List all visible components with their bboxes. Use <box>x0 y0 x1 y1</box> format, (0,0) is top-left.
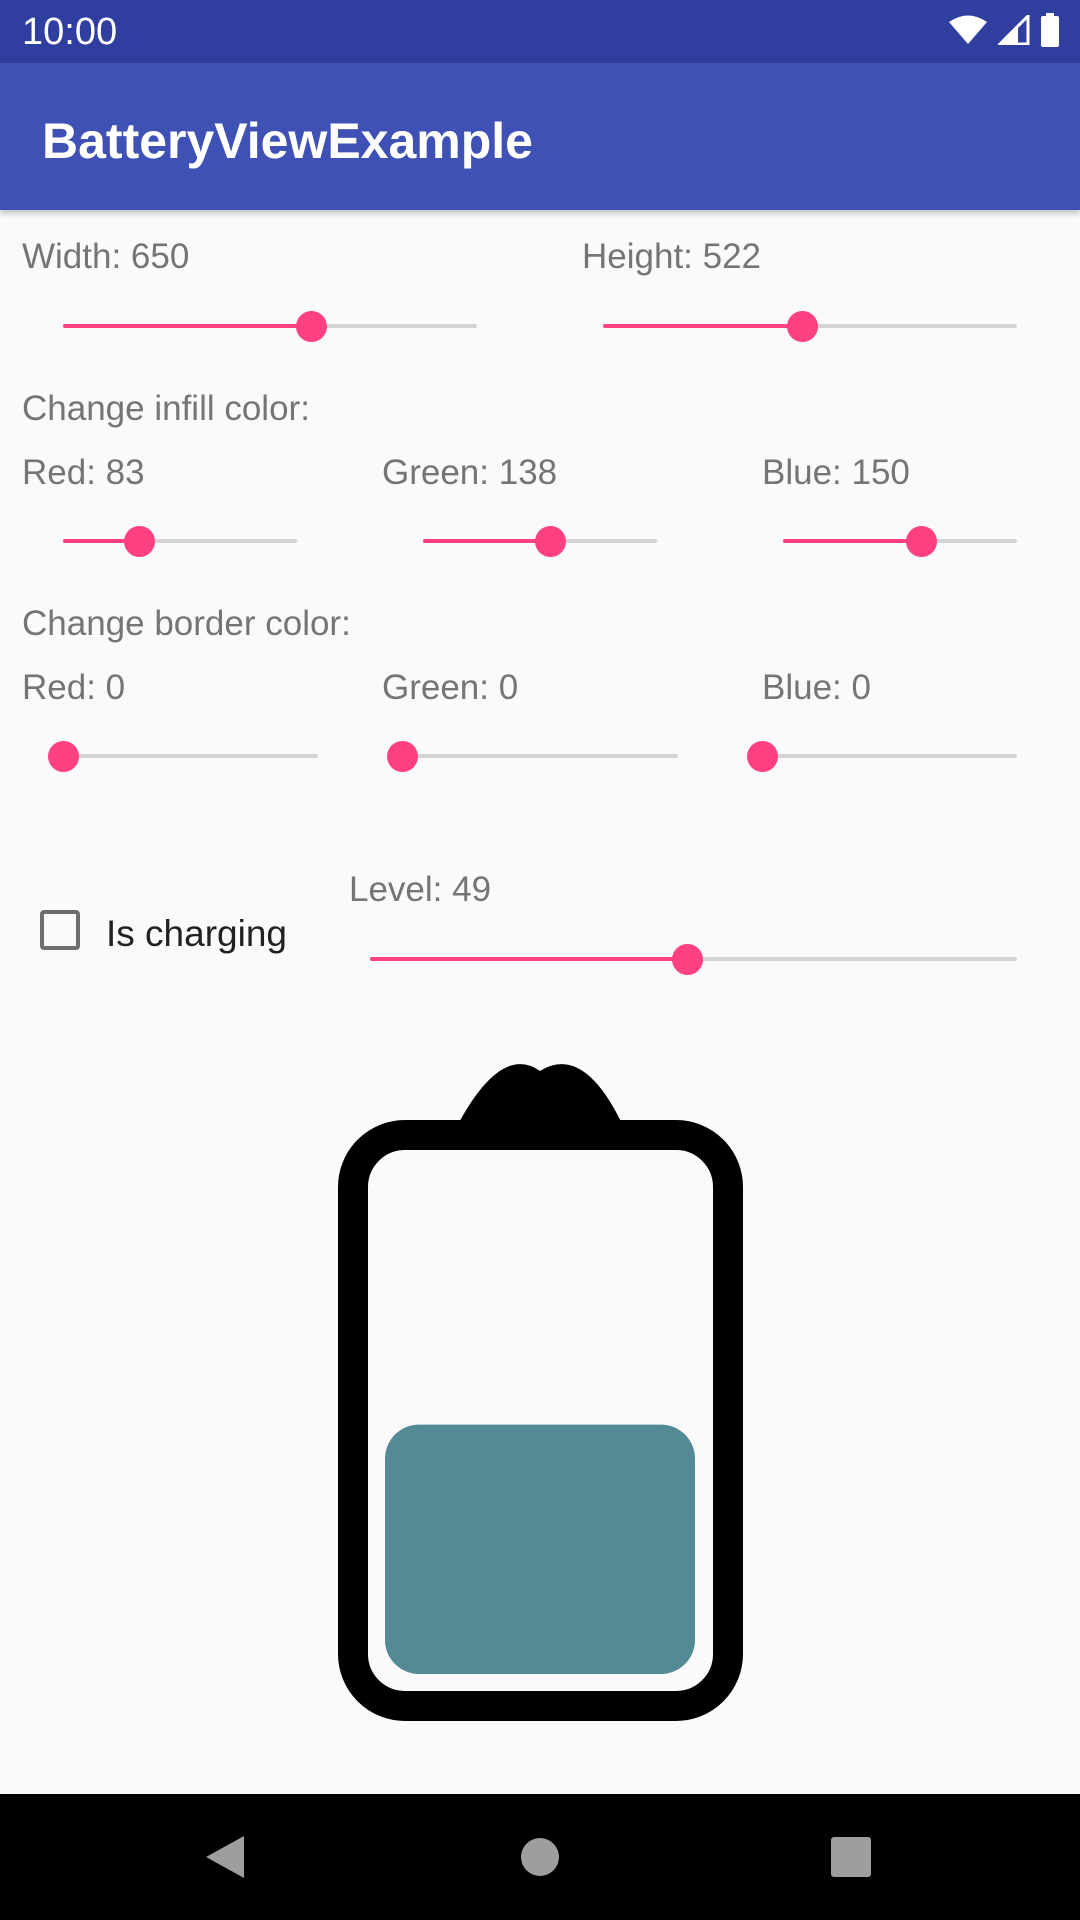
app-title: BatteryViewExample <box>42 113 533 169</box>
border-red-label: Red: 0 <box>22 668 126 707</box>
level-seekbar-thumb[interactable] <box>672 944 704 975</box>
cell-signal-icon <box>998 15 1030 45</box>
infill-blue-seekbar[interactable] <box>783 516 1017 566</box>
back-icon[interactable] <box>192 1824 258 1890</box>
wifi-icon <box>949 15 987 44</box>
border-blue-label: Blue: 0 <box>762 668 871 707</box>
height-seekbar-progress <box>603 324 802 328</box>
app-bar: BatteryViewExample <box>0 63 1080 210</box>
level-label: Level: 49 <box>349 870 492 909</box>
border-green-seekbar[interactable] <box>387 731 678 781</box>
width-seekbar-progress <box>63 324 312 328</box>
border-green-seekbar-track <box>402 754 678 758</box>
battery-icon <box>1041 13 1059 47</box>
battery-infill <box>385 1424 695 1674</box>
border-blue-seekbar-thumb[interactable] <box>747 741 778 772</box>
border-red-seekbar[interactable] <box>48 731 318 781</box>
height-label: Height: 522 <box>582 237 762 276</box>
status-icons <box>948 12 1060 48</box>
infill-red-label: Red: 83 <box>22 453 145 492</box>
infill-red-seekbar-thumb[interactable] <box>124 526 156 557</box>
width-seekbar-thumb[interactable] <box>296 311 328 342</box>
infill-green-seekbar-progress <box>423 539 550 543</box>
status-bar: 10:00 <box>0 0 1080 63</box>
infill-green-seekbar[interactable] <box>423 516 657 566</box>
border-green-seekbar-thumb[interactable] <box>387 741 418 772</box>
height-seekbar[interactable] <box>603 301 1017 351</box>
is-charging-label[interactable]: Is charging <box>106 912 287 956</box>
home-icon[interactable] <box>507 1824 573 1890</box>
level-seekbar-progress <box>370 957 688 961</box>
border-blue-seekbar[interactable] <box>747 731 1017 781</box>
border-color-heading: Change border color: <box>22 604 351 643</box>
navigation-bar <box>0 1794 1080 1920</box>
border-red-seekbar-track <box>63 754 318 758</box>
infill-green-label: Green: 138 <box>382 453 558 492</box>
level-seekbar[interactable] <box>370 934 1017 984</box>
infill-green-seekbar-thumb[interactable] <box>534 526 566 557</box>
recents-icon[interactable] <box>818 1824 884 1890</box>
infill-color-heading: Change infill color: <box>22 389 310 428</box>
width-seekbar[interactable] <box>63 301 477 351</box>
infill-blue-seekbar-progress <box>783 539 921 543</box>
is-charging-checkbox[interactable] <box>40 910 80 950</box>
infill-red-seekbar[interactable] <box>63 516 297 566</box>
border-red-seekbar-thumb[interactable] <box>48 741 79 772</box>
infill-blue-label: Blue: 150 <box>762 453 910 492</box>
infill-blue-seekbar-thumb[interactable] <box>905 526 937 557</box>
height-seekbar-thumb[interactable] <box>786 311 818 342</box>
width-label: Width: 650 <box>22 237 190 276</box>
border-green-label: Green: 0 <box>382 668 519 707</box>
status-time: 10:00 <box>22 11 118 53</box>
battery-view <box>0 1060 1080 1760</box>
border-blue-seekbar-track <box>762 754 1017 758</box>
